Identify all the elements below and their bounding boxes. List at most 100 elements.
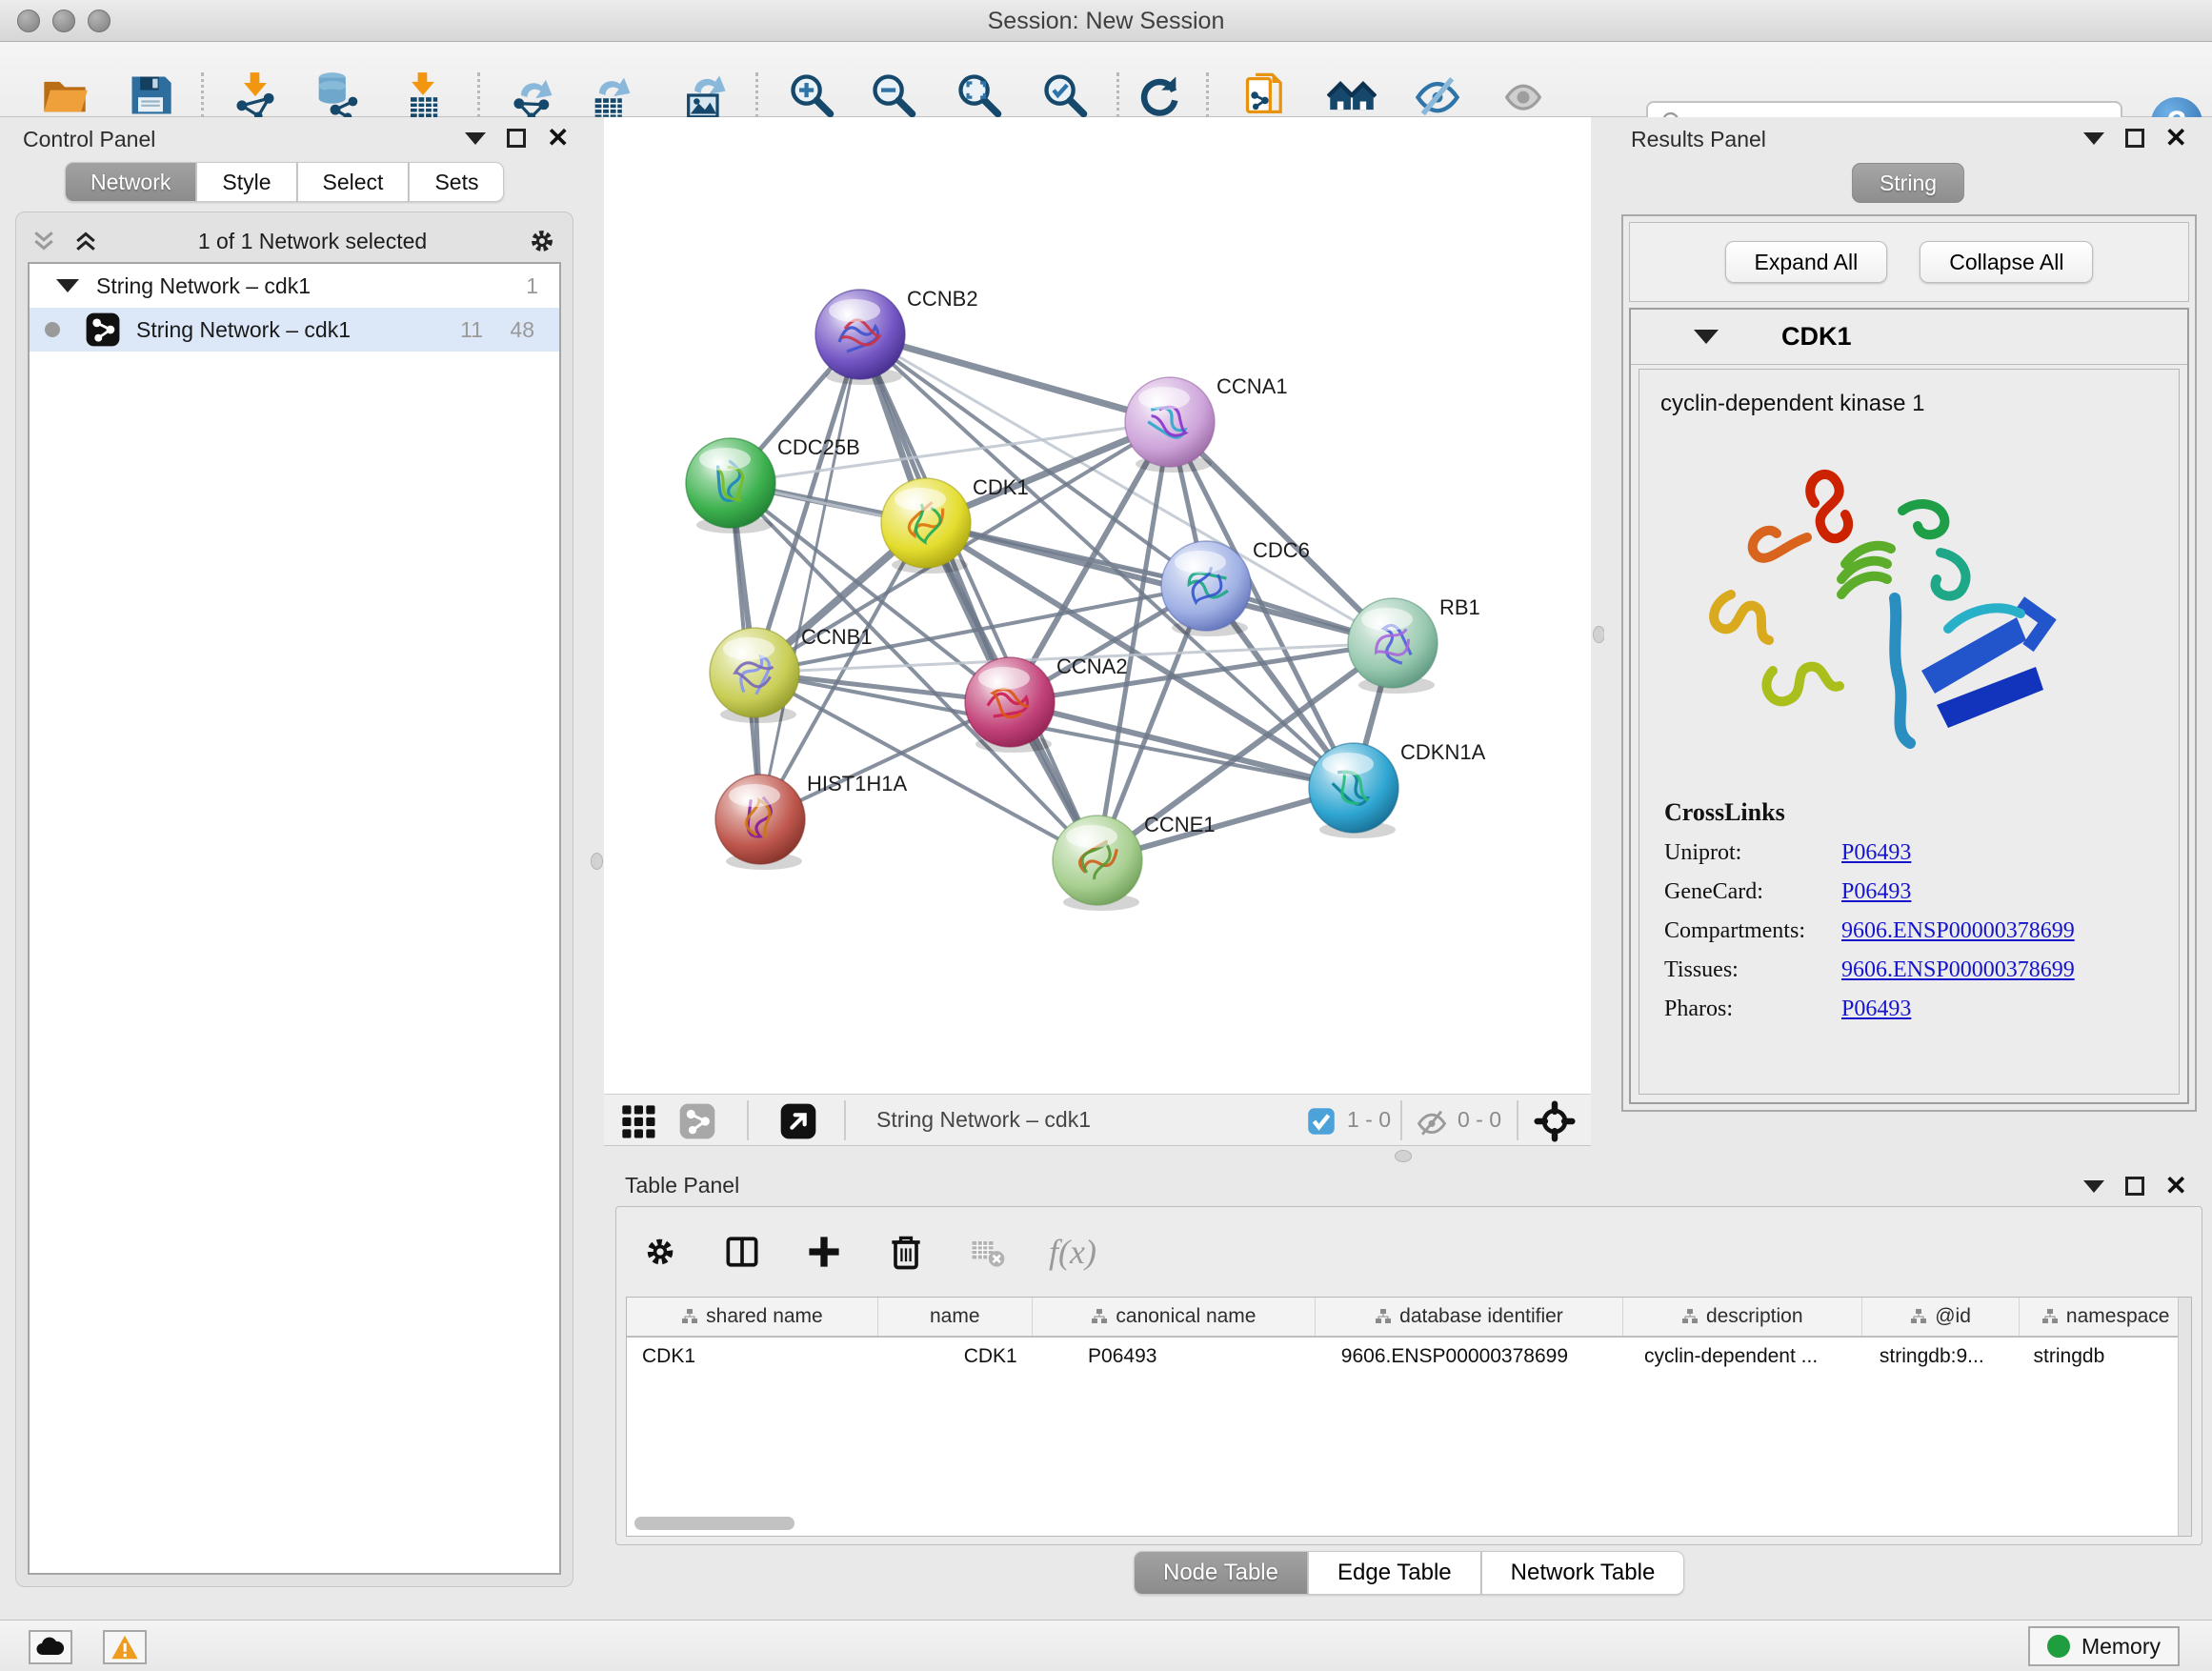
cloud-status-button[interactable] <box>29 1630 72 1664</box>
table-header-row: shared name name canonical name database… <box>627 1298 2191 1338</box>
selected-checkbox-icon[interactable] <box>1307 1107 1336 1136</box>
panel-menu-icon[interactable] <box>465 132 486 145</box>
expand-all-button[interactable]: Expand All <box>1725 241 1888 283</box>
section-expanded-icon[interactable] <box>1694 330 1719 344</box>
float-panel-icon[interactable] <box>2125 129 2144 148</box>
zoom-fit-button[interactable] <box>952 68 1007 123</box>
show-all-button[interactable] <box>1496 68 1551 123</box>
tab-network[interactable]: Network <box>65 162 196 202</box>
crosslink-pharos[interactable]: P06493 <box>1841 997 1911 1022</box>
cell-canonical-name[interactable]: P06493 <box>1033 1338 1317 1378</box>
memory-button[interactable]: Memory <box>2028 1626 2180 1666</box>
crosslink-label: Compartments: <box>1664 918 1841 944</box>
zoom-in-button[interactable] <box>784 68 839 123</box>
zoom-out-button[interactable] <box>866 68 921 123</box>
collapse-all-button[interactable]: Collapse All <box>1920 241 2093 283</box>
network-row[interactable]: String Network – cdk1 11 48 <box>30 308 559 352</box>
node-CCNE1[interactable]: CCNE1 <box>1053 813 1216 911</box>
fit-selection-crosshair-icon[interactable] <box>1534 1100 1576 1142</box>
tab-network-table[interactable]: Network Table <box>1481 1551 1685 1595</box>
tab-string[interactable]: String <box>1852 163 1964 203</box>
export-image-button[interactable] <box>677 68 733 123</box>
edge-CCNB2-HIST1H1A[interactable] <box>760 334 860 819</box>
node-CDC25B[interactable]: CDC25B <box>686 435 860 534</box>
close-panel-icon[interactable]: ✕ <box>547 129 569 148</box>
tab-edge-table[interactable]: Edge Table <box>1308 1551 1481 1595</box>
export-table-button[interactable] <box>584 68 639 123</box>
open-view-icon[interactable] <box>779 1102 817 1140</box>
import-table-button[interactable] <box>395 68 451 123</box>
node-CDKN1A[interactable]: CDKN1A <box>1309 740 1486 838</box>
collection-expanded-icon[interactable] <box>56 279 79 292</box>
table-row[interactable]: CDK1 CDK1 P06493 9606.ENSP00000378699 cy… <box>627 1338 2191 1378</box>
expand-all-icon[interactable] <box>71 227 100 255</box>
zoom-selected-button[interactable] <box>1037 68 1093 123</box>
horizontal-splitter-handle[interactable] <box>1395 1150 1412 1162</box>
hide-selected-button[interactable] <box>1410 68 1465 123</box>
node-CDC6[interactable]: CDC6 <box>1161 538 1310 636</box>
network-collection-row[interactable]: String Network – cdk1 1 <box>30 264 559 308</box>
node-RB1[interactable]: RB1 <box>1348 595 1480 694</box>
node-label-CDC25B: CDC25B <box>777 435 860 459</box>
add-column-icon[interactable] <box>803 1231 845 1273</box>
gene-name: CDK1 <box>1781 322 1852 352</box>
delete-table-icon[interactable] <box>967 1231 1009 1273</box>
cell-description[interactable]: cyclin-dependent ... <box>1623 1338 1862 1378</box>
birdseye-grid-icon[interactable] <box>619 1102 657 1140</box>
cell-shared-name[interactable]: CDK1 <box>627 1338 878 1378</box>
delete-column-icon[interactable] <box>885 1231 927 1273</box>
node-HIST1H1A[interactable]: HIST1H1A <box>715 772 907 870</box>
panel-menu-icon[interactable] <box>2083 132 2104 145</box>
panel-menu-icon[interactable] <box>2083 1180 2104 1193</box>
node-CDK1[interactable]: CDK1 <box>881 475 1029 574</box>
column-header[interactable]: namespace <box>2020 1298 2191 1336</box>
show-columns-icon[interactable] <box>721 1231 763 1273</box>
cell-id[interactable]: stringdb:9... <box>1862 1338 2021 1378</box>
import-network-file-button[interactable] <box>228 68 283 123</box>
save-session-button[interactable] <box>123 68 178 123</box>
first-neighbors-button[interactable] <box>1324 68 1379 123</box>
column-header[interactable]: description <box>1623 1298 1862 1336</box>
column-header[interactable]: canonical name <box>1033 1298 1317 1336</box>
crosslink-compartments[interactable]: 9606.ENSP00000378699 <box>1841 918 2075 944</box>
warnings-button[interactable] <box>103 1630 147 1664</box>
table-horizontal-scrollbar[interactable] <box>634 1517 794 1530</box>
cell-database-identifier[interactable]: 9606.ENSP00000378699 <box>1317 1338 1623 1378</box>
control-panel: Control Panel ✕ Network Style Select Set… <box>0 117 590 1592</box>
cell-namespace[interactable]: stringdb <box>2021 1338 2191 1378</box>
network-graph[interactable]: CCNB2CCNA1CDC25BCDK1CDC6RB1CCNB1CCNA2CDK… <box>604 117 1591 1094</box>
column-header[interactable]: shared name <box>627 1298 878 1336</box>
network-overview-icon[interactable] <box>678 1102 716 1140</box>
gear-icon[interactable] <box>525 224 559 258</box>
open-session-button[interactable] <box>37 68 92 123</box>
export-network-button[interactable] <box>506 68 561 123</box>
float-panel-icon[interactable] <box>507 129 526 148</box>
collapse-all-icon[interactable] <box>30 227 58 255</box>
function-builder-button[interactable]: f(x) <box>1049 1232 1096 1272</box>
crosslink-genecard[interactable]: P06493 <box>1841 879 1911 905</box>
network-selection-summary: 1 of 1 Network selected <box>100 229 525 254</box>
crosslink-uniprot[interactable]: P06493 <box>1841 840 1911 866</box>
float-panel-icon[interactable] <box>2125 1177 2144 1196</box>
memory-label: Memory <box>2081 1634 2161 1660</box>
tab-style[interactable]: Style <box>196 162 296 202</box>
crosslink-tissues[interactable]: 9606.ENSP00000378699 <box>1841 957 2075 983</box>
close-panel-icon[interactable]: ✕ <box>2165 1177 2187 1196</box>
tab-sets[interactable]: Sets <box>409 162 504 202</box>
node-label-HIST1H1A: HIST1H1A <box>807 772 907 795</box>
tab-select[interactable]: Select <box>297 162 410 202</box>
close-panel-icon[interactable]: ✕ <box>2165 129 2187 148</box>
network-from-selection-button[interactable] <box>1238 68 1294 123</box>
cell-name[interactable]: CDK1 <box>878 1338 1033 1378</box>
import-network-database-button[interactable] <box>308 68 363 123</box>
apply-layout-button[interactable] <box>1132 68 1187 123</box>
table-options-gear-icon[interactable] <box>639 1231 681 1273</box>
node-label-CDC6: CDC6 <box>1253 538 1310 562</box>
table-vertical-scrollbar[interactable] <box>2178 1298 2191 1536</box>
column-header[interactable]: name <box>878 1298 1033 1336</box>
column-header[interactable]: database identifier <box>1316 1298 1622 1336</box>
vertical-splitter-handle[interactable] <box>591 853 603 870</box>
network-canvas[interactable]: CCNB2CCNA1CDC25BCDK1CDC6RB1CCNB1CCNA2CDK… <box>604 117 1591 1094</box>
column-header[interactable]: @id <box>1862 1298 2021 1336</box>
tab-node-table[interactable]: Node Table <box>1134 1551 1308 1595</box>
